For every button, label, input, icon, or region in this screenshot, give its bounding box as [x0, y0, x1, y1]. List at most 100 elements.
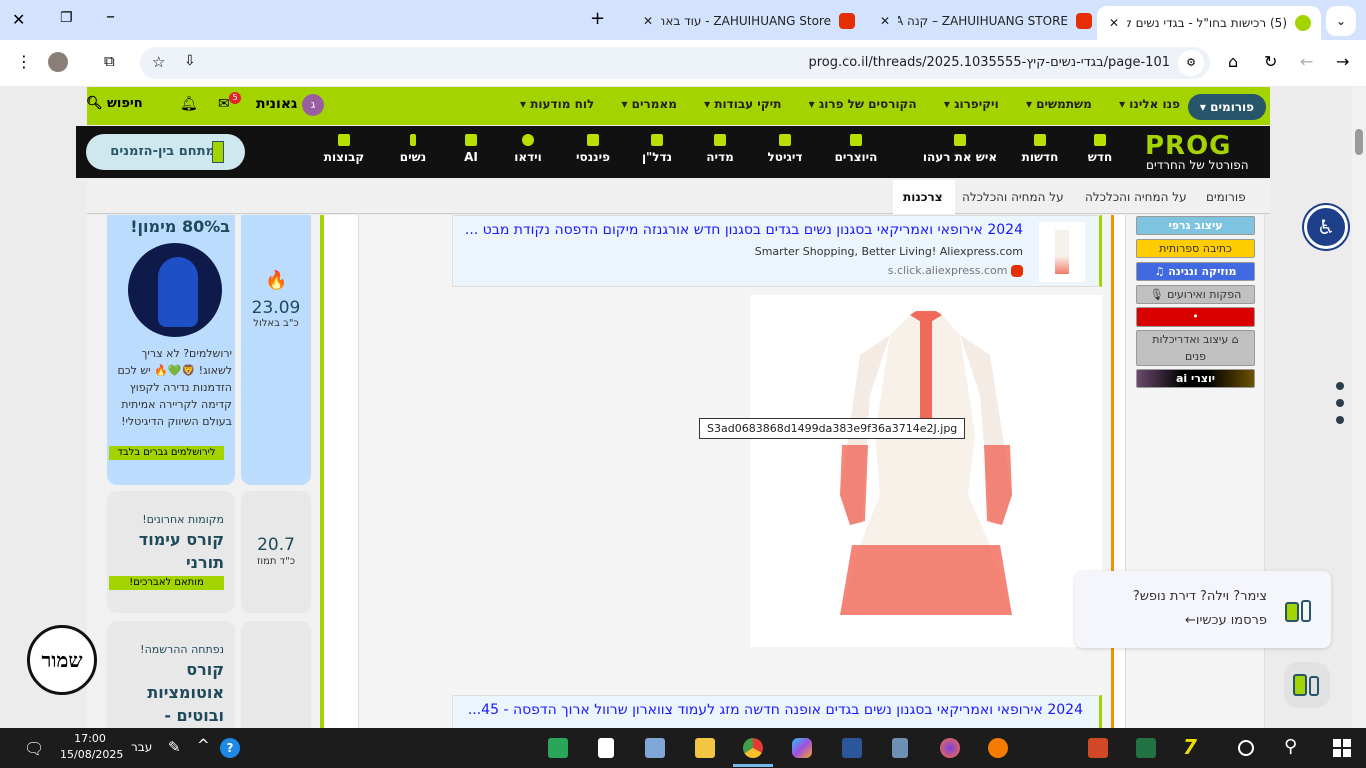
menu-icon[interactable]: ⋮: [16, 52, 32, 71]
chevron-up-icon[interactable]: ^: [197, 736, 210, 754]
file-explorer-icon[interactable]: [695, 738, 715, 758]
link-preview[interactable]: 2024 אירופאי ואמריקאי בסגנון נשים בגדים …: [452, 215, 1102, 287]
new-tab-button[interactable]: +: [590, 8, 605, 29]
restore-window-icon[interactable]: ❐: [60, 10, 73, 26]
calculator-icon[interactable]: [892, 738, 908, 758]
link-title[interactable]: 2024 אירופאי ואמריקאי בסגנון נשים בגדים …: [465, 222, 1023, 238]
link-title[interactable]: 2024 אירופאי ואמריקאי בסגנון נשים בגדים …: [468, 702, 1083, 718]
search-icon[interactable]: ⚲: [1284, 736, 1297, 757]
nav-forums[interactable]: פורומים ▾: [1188, 94, 1266, 120]
profile-avatar[interactable]: [48, 52, 68, 72]
pen-icon[interactable]: ✎: [168, 738, 181, 756]
nav-realestate[interactable]: נדל"ן: [627, 126, 687, 164]
vacation-promo-popup[interactable]: צימר? וילה? דירת נופש? פרסמו עכשיו←: [1075, 571, 1331, 648]
search-button[interactable]: חיפוש 🔍︎: [86, 96, 143, 111]
app-icon[interactable]: [988, 738, 1008, 758]
install-app-icon[interactable]: ⇩: [184, 53, 196, 69]
nav-video[interactable]: וידאו: [498, 126, 558, 164]
forward-icon[interactable]: ←: [1300, 52, 1313, 71]
page-scrollbar[interactable]: [1352, 87, 1366, 728]
nav-item[interactable]: מאמרים ▾: [621, 97, 676, 111]
site-info-icon[interactable]: ⚙: [1178, 50, 1204, 76]
help-icon[interactable]: ?: [220, 738, 240, 758]
group-icon: [338, 134, 350, 146]
minimize-window-icon[interactable]: –: [106, 6, 115, 27]
ad-tag: לירושלמים גברים בלבד: [109, 446, 224, 460]
ad-headline: קורס עימוד תורני: [138, 530, 224, 572]
tab[interactable]: ZAHUIHUANG STORE – קנה ZA ✕: [862, 8, 1092, 34]
ad-date: 20.7: [257, 535, 295, 555]
word-icon[interactable]: [842, 738, 862, 758]
username[interactable]: גאונית: [256, 96, 297, 112]
nav-groups[interactable]: קבוצות: [314, 126, 374, 164]
breadcrumb-item[interactable]: על המחיה והכלכלה: [1085, 190, 1187, 204]
post-image[interactable]: [750, 295, 1102, 647]
brush-icon: [850, 134, 862, 146]
breadcrumb-item[interactable]: פורומים: [1206, 190, 1246, 204]
close-tab-icon[interactable]: ✕: [1109, 16, 1119, 30]
accessibility-icon[interactable]: ♿︎: [1304, 205, 1348, 249]
url-text[interactable]: prog.co.il/threads/2025.1035555-בגדי-נשי…: [808, 55, 1170, 70]
copilot-icon[interactable]: [792, 738, 812, 758]
promo-line2[interactable]: פרסמו עכשיו←: [1185, 613, 1267, 628]
tab-search-icon[interactable]: ⌄: [1326, 6, 1356, 36]
file-icon[interactable]: [598, 738, 614, 758]
close-tab-icon[interactable]: ✕: [643, 14, 653, 28]
more-options-icon[interactable]: [1336, 382, 1344, 428]
sidebar-item-graphic-design[interactable]: עיצוב גרפי: [1136, 216, 1255, 235]
powerpoint-icon[interactable]: [1088, 738, 1108, 758]
firefox-icon[interactable]: [940, 738, 960, 758]
nav-item[interactable]: ויקיפרוג ▾: [944, 97, 999, 111]
language-indicator[interactable]: עבר: [131, 740, 152, 754]
nav-item[interactable]: תיקי עבודות ▾: [704, 97, 781, 111]
extensions-icon[interactable]: ⧉: [104, 52, 115, 70]
prog-logo[interactable]: PROG: [1145, 131, 1232, 161]
close-window-icon[interactable]: ✕: [12, 10, 25, 29]
nav-item[interactable]: לוח מודעות ▾: [520, 97, 594, 111]
windows-start-icon[interactable]: [1333, 739, 1351, 757]
clock[interactable]: 17:00 15/08/2025: [60, 731, 123, 763]
chat-app-icon[interactable]: [548, 738, 568, 758]
sidebar-item-interior-design[interactable]: ⌂ עיצוב ואדריכלות פנים: [1136, 330, 1255, 366]
chrome-icon[interactable]: [743, 738, 763, 758]
nav-finance[interactable]: פיננסי: [563, 126, 623, 164]
sidebar-item-events[interactable]: הפקות ואירועים 🎙︎: [1136, 285, 1255, 304]
nav-item[interactable]: משתמשים ▾: [1026, 97, 1092, 111]
image-icon: [714, 134, 726, 146]
sidebar-item-red[interactable]: •: [1136, 307, 1255, 327]
bookmark-star-icon[interactable]: ☆: [152, 53, 165, 71]
nav-ai[interactable]: AI: [441, 126, 501, 164]
bell-icon[interactable]: 🔔︎: [180, 96, 198, 112]
remote-desktop-icon[interactable]: [645, 738, 665, 758]
cortana-icon[interactable]: [1238, 740, 1254, 756]
home-icon[interactable]: ⌂: [1228, 52, 1238, 71]
nav-women[interactable]: נשים: [383, 126, 443, 164]
scroll-thumb[interactable]: [1355, 129, 1363, 155]
sidebar-item-literary-writing[interactable]: כתיבה ספרותית: [1136, 239, 1255, 258]
nav-media[interactable]: מדיה: [690, 126, 750, 164]
nav-community[interactable]: איש את רעהו: [920, 126, 1000, 164]
close-tab-icon[interactable]: ✕: [880, 14, 890, 28]
reload-icon[interactable]: ↻: [1264, 52, 1277, 71]
nav-news[interactable]: חדשות: [1010, 126, 1070, 164]
tab[interactable]: ZAHUIHUANG Store - עוד באתר ✕: [625, 8, 855, 34]
tab-active[interactable]: (5) רכישות בחו"ל - בגדי נשים קיץ ✕: [1097, 6, 1321, 40]
shamur-stamp-logo[interactable]: שמור: [27, 625, 97, 695]
seven-app-icon[interactable]: 7: [1183, 735, 1197, 759]
inbox-icon[interactable]: ✉: [218, 96, 230, 112]
nav-item[interactable]: פנו אלינו ▾: [1119, 97, 1180, 111]
excel-icon[interactable]: [1136, 738, 1156, 758]
nav-new[interactable]: חדש: [1070, 126, 1130, 164]
sidebar-item-music[interactable]: מוזיקה ונגינה ♫: [1136, 262, 1255, 281]
nav-item[interactable]: הקורסים של פרוג ▾: [809, 97, 917, 111]
nav-digital[interactable]: דיגיטל: [755, 126, 815, 164]
sidebar-item-ai-creators[interactable]: יוצרי ai: [1136, 369, 1255, 388]
nav-creators[interactable]: היוצרים: [826, 126, 886, 164]
user-avatar[interactable]: ג: [302, 94, 324, 116]
omnibox[interactable]: ☆ ⇩ prog.co.il/threads/2025.1035555-בגדי…: [140, 47, 1210, 79]
back-icon[interactable]: →: [1336, 52, 1349, 71]
ad-body: ירושלמים? לא צריך לשאוג! 🦁💚🔥 יש לכם הזדמ…: [117, 347, 232, 428]
vacation-launcher-button[interactable]: [1284, 662, 1330, 708]
notifications-icon[interactable]: 🗨︎: [24, 739, 44, 758]
breadcrumb-item[interactable]: על המחיה והכלכלה: [962, 190, 1064, 204]
